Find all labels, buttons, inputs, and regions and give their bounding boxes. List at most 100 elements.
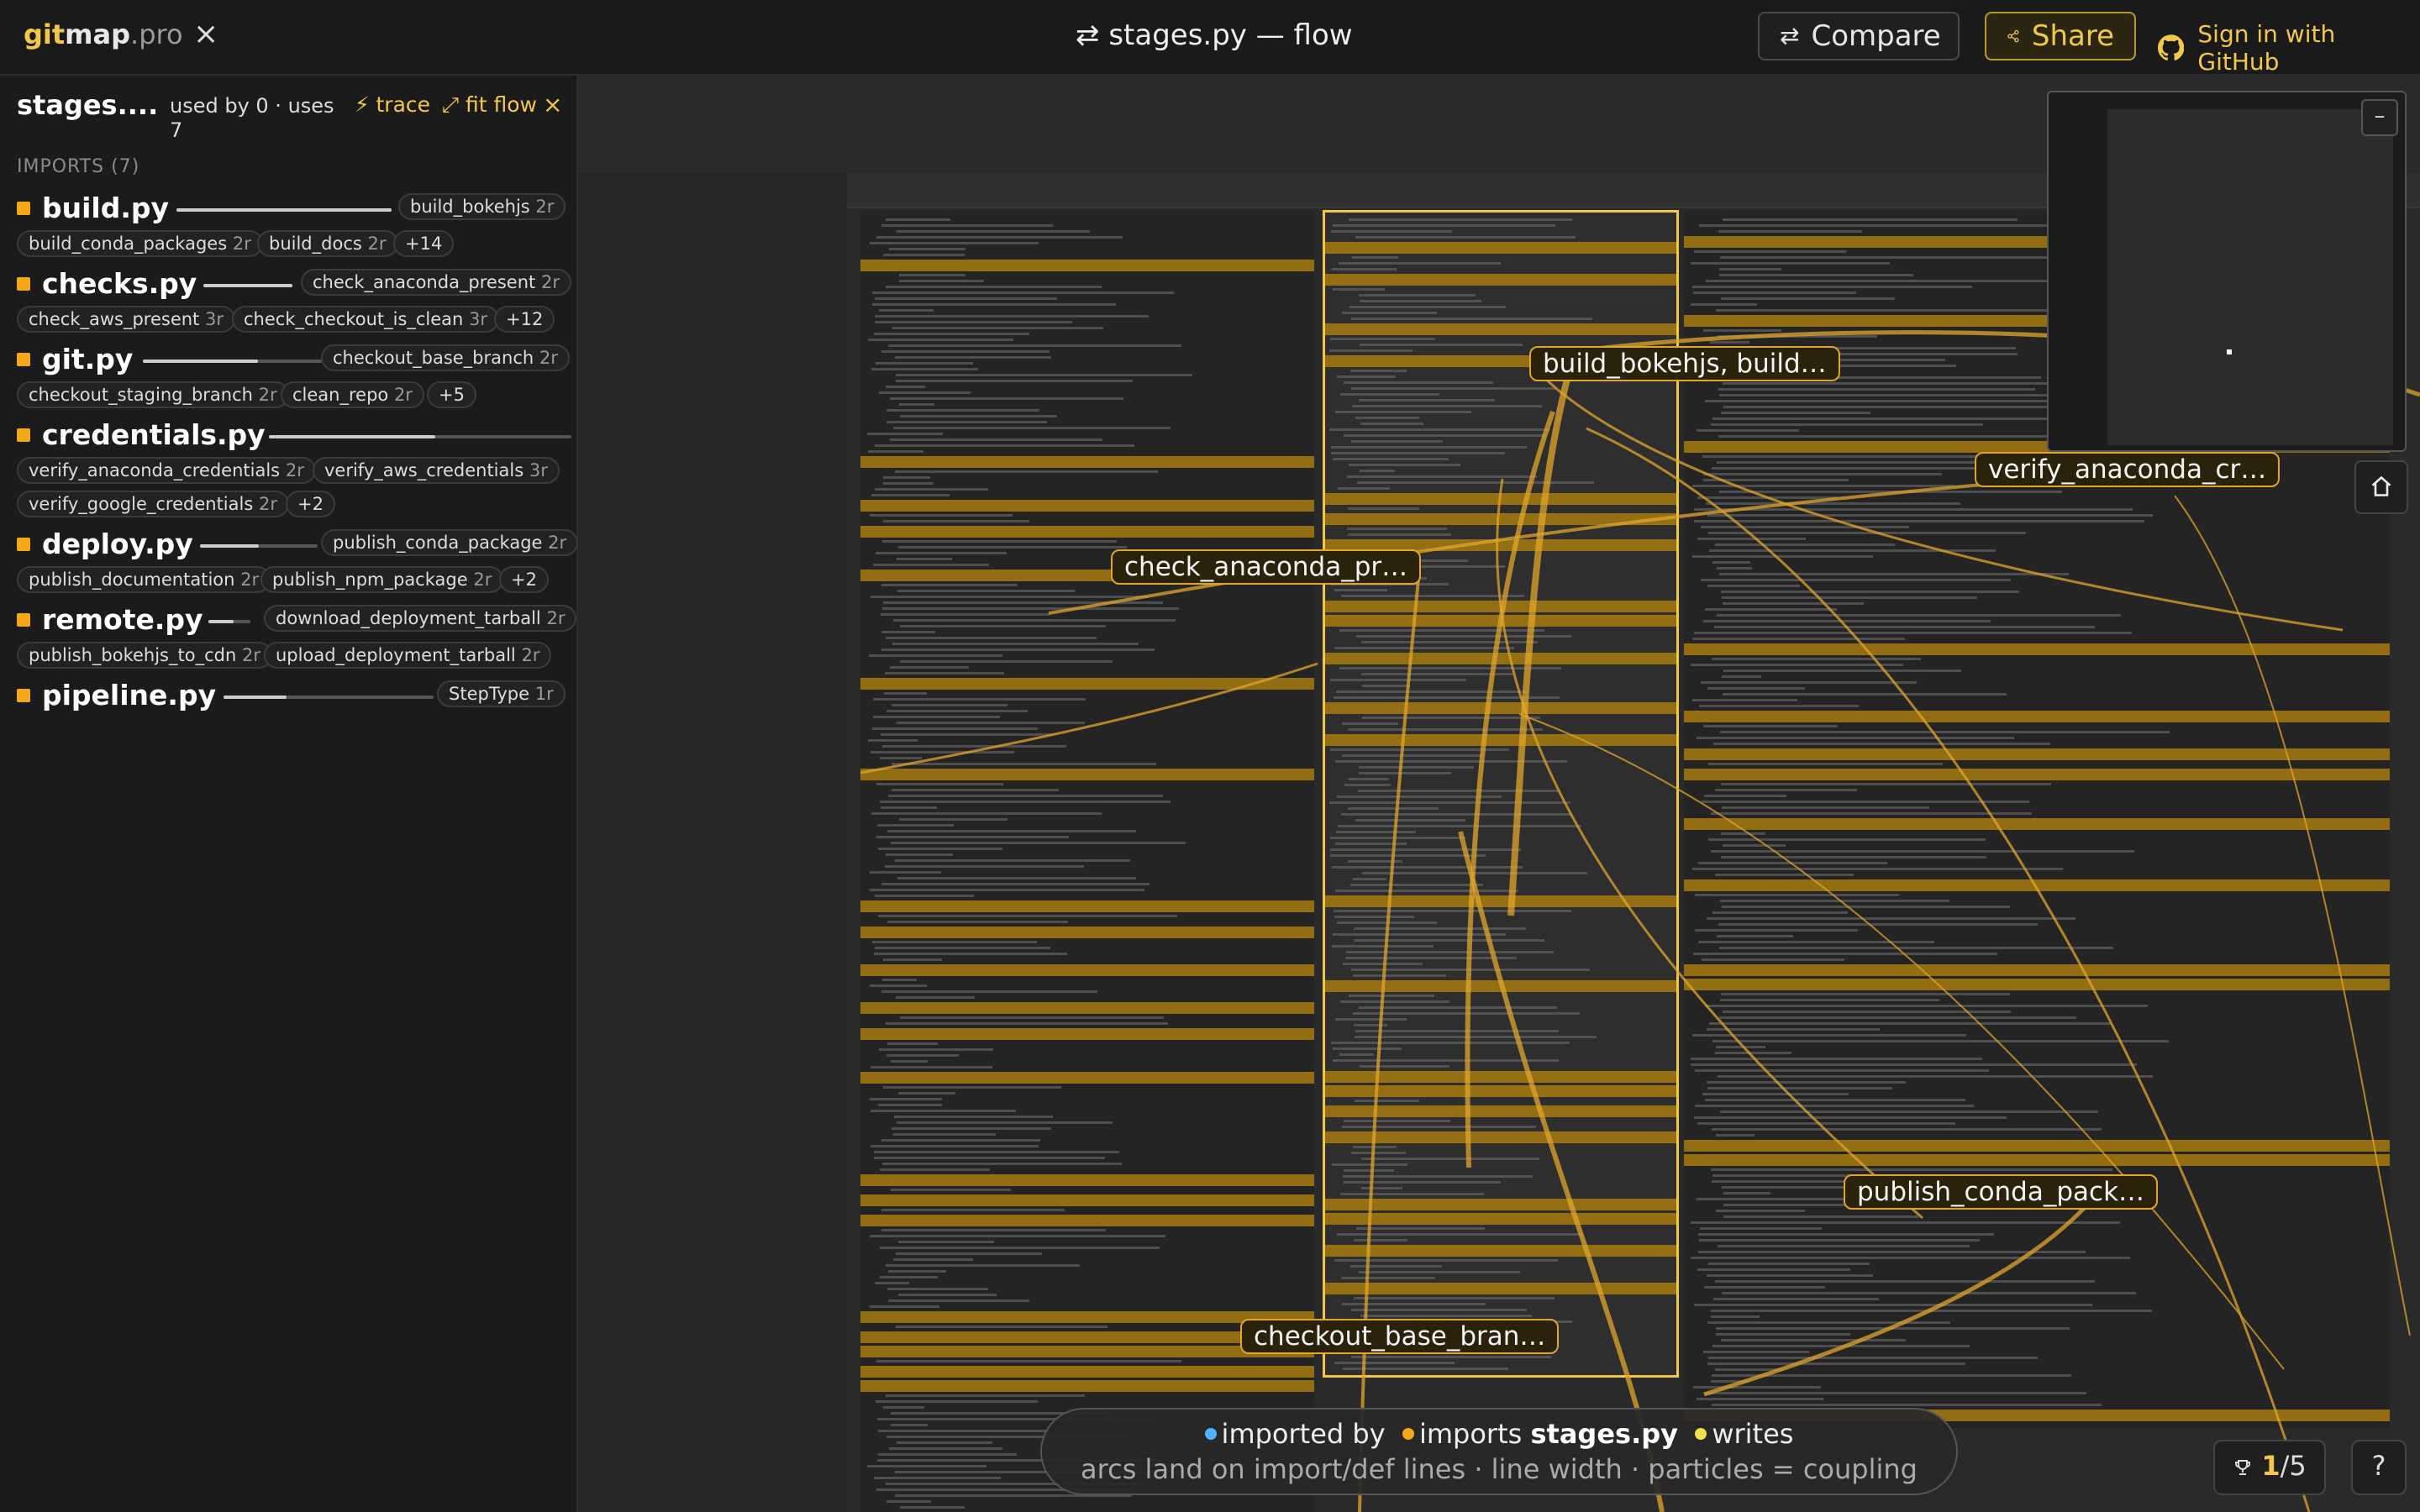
chip-label: build_bokehjs: [410, 197, 530, 217]
symbol-chip[interactable]: verify_aws_credentials 3r: [313, 457, 560, 484]
file-color-swatch: [17, 277, 30, 291]
trace-button[interactable]: ⚡ trace: [355, 92, 430, 117]
symbol-chip[interactable]: publish_conda_package 2r: [321, 529, 579, 556]
symbol-pill[interactable]: build_bokehjs, build…: [1529, 346, 1840, 381]
minimap-collapse-button[interactable]: –: [2361, 99, 2398, 136]
close-icon[interactable]: ×: [193, 17, 218, 51]
file-name: build.py: [42, 192, 170, 224]
fit-flow-button[interactable]: ⤢ fit flow: [442, 92, 537, 118]
file-name: credentials.py: [42, 418, 266, 451]
more-chip[interactable]: +14: [393, 230, 455, 257]
symbol-chip[interactable]: publish_documentation 2r: [17, 566, 271, 593]
sidebar-close-icon[interactable]: ×: [543, 91, 562, 118]
more-chip[interactable]: +5: [427, 381, 476, 408]
github-icon: [2158, 34, 2185, 60]
coupling-bar: [176, 208, 392, 212]
imported-by-dot: [1204, 1428, 1217, 1440]
coupling-bar: [224, 696, 434, 699]
writes-dot: [1695, 1428, 1707, 1440]
progress-counter[interactable]: 1/5: [2213, 1440, 2326, 1495]
chip-refs: 2r: [367, 234, 387, 254]
symbol-chip[interactable]: check_aws_present 3r: [17, 306, 235, 333]
trophy-icon: [2235, 1460, 2251, 1475]
chip-label: verify_google_credentials: [29, 494, 254, 514]
coupling-arc: [1703, 1200, 2092, 1397]
chip-label: check_anaconda_present: [313, 272, 536, 292]
symbol-chip[interactable]: check_anaconda_present 2r: [301, 269, 571, 296]
symbol-chip[interactable]: upload_deployment_tarball 2r: [264, 642, 552, 669]
signin-label: Sign in with GitHub: [2197, 20, 2336, 76]
compare-label: Compare: [1811, 19, 1941, 53]
legend-keys: imported by imports stages.py writes: [1042, 1418, 1956, 1450]
more-chip[interactable]: +2: [499, 566, 549, 593]
symbol-chip[interactable]: check_checkout_is_clean 3r: [232, 306, 500, 333]
more-chip[interactable]: +12: [494, 306, 555, 333]
compare-button[interactable]: ⇄ Compare: [1758, 12, 1960, 60]
file-color-swatch: [17, 202, 30, 215]
symbol-pill[interactable]: publish_conda_pack…: [1844, 1174, 2159, 1210]
symbol-chip[interactable]: checkout_staging_branch 2r: [17, 381, 289, 408]
coupling-bar-fill: [143, 360, 258, 363]
coupling-bar: [200, 544, 318, 548]
chip-label: +2: [297, 494, 324, 514]
usage-summary: used by 0 · uses 7: [170, 94, 334, 142]
brand-map: map: [65, 18, 131, 50]
help-button[interactable]: ?: [2351, 1440, 2407, 1495]
import-file-credentials[interactable]: credentials.py: [17, 417, 571, 454]
symbol-chip[interactable]: build_bokehjs 2r: [398, 193, 566, 220]
file-name: remote.py: [42, 603, 203, 636]
symbol-chip[interactable]: StepType 1r: [437, 680, 566, 707]
symbol-chip[interactable]: verify_anaconda_credentials 2r: [17, 457, 316, 484]
minimap-content: [2107, 109, 2393, 445]
chip-label: publish_conda_package: [333, 533, 543, 553]
chip-label: download_deployment_tarball: [276, 608, 541, 628]
chip-refs: 2r: [258, 385, 277, 405]
chip-label: verify_anaconda_credentials: [29, 460, 281, 480]
symbol-chip[interactable]: build_docs 2r: [257, 230, 398, 257]
file-color-swatch: [17, 353, 30, 366]
chip-refs: 2r: [540, 272, 560, 292]
page-title-text: stages.py — flow: [1108, 18, 1353, 52]
coupling-bar: [203, 284, 292, 287]
symbol-chip[interactable]: download_deployment_tarball 2r: [264, 605, 577, 632]
legend-caption: arcs land on import/def lines · line wid…: [1081, 1453, 1918, 1485]
legend: imported by imports stages.py writes arc…: [1040, 1408, 1958, 1495]
symbol-chip[interactable]: build_conda_packages 2r: [17, 230, 263, 257]
chip-refs: 2r: [232, 234, 251, 254]
symbol-chip[interactable]: publish_bokehjs_to_cdn 2r: [17, 642, 272, 669]
share-button[interactable]: Share: [1985, 12, 2136, 60]
home-button[interactable]: [2354, 460, 2408, 514]
brand-logo[interactable]: gitmap.pro: [24, 18, 183, 50]
coupling-bar-fill: [200, 544, 259, 548]
coupling-arc: [860, 662, 1318, 774]
minimap[interactable]: –: [2047, 91, 2407, 452]
more-chip[interactable]: +2: [286, 491, 335, 517]
symbol-chip[interactable]: verify_google_credentials 2r: [17, 491, 289, 517]
symbol-pill[interactable]: verify_anaconda_cr…: [1975, 452, 2281, 487]
file-color-swatch: [17, 538, 30, 551]
chip-label: checkout_base_branch: [333, 348, 534, 368]
chip-label: +12: [506, 309, 544, 329]
share-label: Share: [2031, 19, 2114, 53]
file-name: deploy.py: [42, 528, 193, 560]
chip-refs: 1r: [534, 684, 554, 704]
imports-header: IMPORTS (7): [17, 156, 140, 177]
symbol-chip[interactable]: checkout_base_branch 2r: [321, 344, 570, 371]
chip-refs: 2r: [241, 645, 260, 665]
home-icon: [2371, 475, 2391, 496]
symbol-chip[interactable]: publish_npm_package 2r: [260, 566, 504, 593]
chip-label: checkout_staging_branch: [29, 385, 253, 405]
symbol-pill[interactable]: checkout_base_bran…: [1240, 1319, 1560, 1354]
chip-label: build_docs: [269, 234, 362, 254]
coupling-bar-fill: [208, 620, 234, 623]
symbol-chip[interactable]: clean_repo 2r: [281, 381, 424, 408]
file-name: checks.py: [42, 267, 197, 300]
legend-imports: imports: [1418, 1418, 1523, 1450]
coupling-bar-fill: [224, 696, 287, 699]
signin-github-link[interactable]: Sign in with GitHub: [2158, 20, 2420, 76]
chip-refs: 2r: [539, 348, 558, 368]
symbol-pill[interactable]: check_anaconda_pr…: [1111, 549, 1422, 585]
coupling-bar-fill: [176, 208, 392, 212]
legend-file: stages.py: [1530, 1418, 1678, 1450]
legend-imported-by: imported by: [1221, 1418, 1386, 1450]
